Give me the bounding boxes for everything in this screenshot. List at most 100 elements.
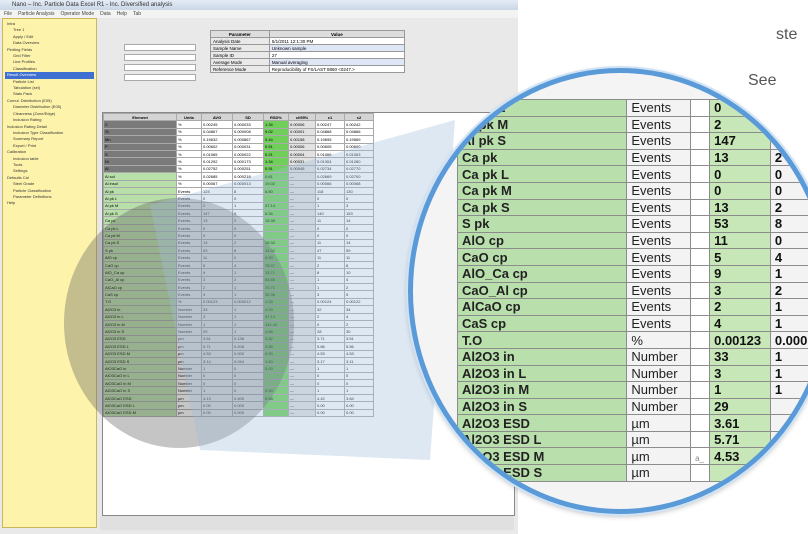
zoom-prefix-cell <box>690 314 711 333</box>
zoom-unit-cell: Events <box>626 132 692 150</box>
zoom-value-cell: 0 <box>769 181 808 200</box>
zoom-value-cell: 1 <box>709 381 771 399</box>
zoom-element-cell: S pk <box>456 215 628 233</box>
zoom-value-cell <box>709 464 771 482</box>
zoom-value-cell: 9 <box>709 264 771 283</box>
zoom-element-cell: Al2O3 ESD S <box>456 464 628 482</box>
zoom-element-cell: Ca pk S <box>456 198 628 217</box>
zoom-prefix-cell <box>690 364 711 383</box>
zoom-unit-cell: Events <box>626 115 692 134</box>
zoom-element-cell: CaS cp <box>456 314 628 333</box>
zoom-element-cell: Al2O3 ESD <box>456 414 628 432</box>
zoom-prefix-cell: a_ <box>690 447 711 466</box>
zoom-row: Al2O3 ESD Lµm 5.71 <box>456 430 808 449</box>
zoom-value-cell: 5.71 <box>709 430 771 449</box>
zoom-value-cell: 8 <box>769 215 808 233</box>
zoom-value-cell: 3 <box>709 281 771 300</box>
zoom-value-cell: 9 <box>769 132 808 150</box>
zoom-prefix-cell <box>690 181 711 200</box>
zoom-unit-cell: Events <box>626 298 692 316</box>
zoom-unit-cell: µm <box>626 414 692 432</box>
zoom-row: Al2O3 in M Number 1 1 <box>456 381 808 399</box>
side-text-see: See <box>748 72 777 89</box>
zoom-unit-cell: Number <box>626 364 692 383</box>
zoom-prefix-cell <box>690 115 711 134</box>
zoom-row: Al2O3 ESD µm 3.61 <box>456 414 808 432</box>
zoom-value-cell: 2 <box>709 298 771 316</box>
zoom-value-cell: 2 <box>769 148 808 167</box>
zoom-element-cell: AlO cp <box>456 231 628 250</box>
zoom-prefix-cell <box>690 132 711 150</box>
zoom-prefix-cell <box>690 99 711 117</box>
zoom-unit-cell: Events <box>626 198 692 217</box>
zoom-prefix-cell <box>690 148 711 167</box>
zoom-prefix-cell <box>690 231 711 250</box>
zoom-row: Al pk L Events 0 <box>456 99 808 117</box>
zoom-unit-cell: µm <box>626 464 692 482</box>
zoom-prefix-cell <box>690 331 711 349</box>
zoom-unit-cell: Events <box>626 231 692 250</box>
zoom-row: Al2O3 ESD Sµm <box>456 464 808 482</box>
zoom-value-cell <box>769 464 808 482</box>
zoom-prefix-cell <box>690 281 711 300</box>
zoom-unit-cell: µm <box>626 430 692 449</box>
zoom-prefix-cell <box>690 381 711 399</box>
zoom-prefix-cell <box>690 397 711 416</box>
zoom-unit-cell: Events <box>626 314 692 333</box>
zoom-value-cell: 0 <box>769 165 808 183</box>
zoom-element-cell: Al2O3 in L <box>456 364 628 383</box>
zoom-value-cell: 13 <box>709 198 771 217</box>
zoom-value-cell: 3 <box>709 364 771 383</box>
zoom-value-cell: 2 <box>769 281 808 300</box>
zoom-element-cell: CaO_Al cp <box>456 281 628 300</box>
zoom-row: AlCaO cp Events 2 1 <box>456 298 808 316</box>
zoom-row: Ca pk Events 13 2 <box>456 148 808 167</box>
zoom-row: CaO_Al cp Events 3 2 <box>456 281 808 300</box>
zoom-value-cell: 1 <box>769 264 808 283</box>
zoom-value-cell: 2 <box>709 115 771 134</box>
zoom-value-cell: 1 <box>769 115 808 134</box>
zoom-prefix-cell <box>690 198 711 217</box>
zoom-value-cell: 29 <box>709 397 771 416</box>
zoom-prefix-cell <box>690 215 711 233</box>
zoom-prefix-cell <box>690 414 711 432</box>
zoom-prefix: a_ <box>695 453 705 463</box>
zoom-row: Al2O3 in S Number 29 <box>456 397 808 416</box>
zoom-prefix-cell <box>690 464 711 482</box>
zoom-value-cell: 0 <box>709 99 771 117</box>
zoom-unit-cell: Events <box>626 264 692 283</box>
zoom-row: S pk Events 53 8 <box>456 215 808 233</box>
zoom-row: AlO cp Events 11 0 <box>456 231 808 250</box>
zoom-row: Ca pk L Events 0 0 <box>456 165 808 183</box>
zoom-prefix-cell <box>690 430 711 449</box>
zoom-element-cell: Al2O3 ESD M <box>456 447 628 466</box>
zoom-prefix-cell <box>690 165 711 183</box>
zoom-value-cell: 1 <box>769 347 808 366</box>
zoom-element-cell: Ca pk M <box>456 181 628 200</box>
zoom-element-cell: Al2O3 in M <box>456 381 628 399</box>
zoom-value-cell: 4 <box>709 314 771 333</box>
zoom-element-cell: AlCaO cp <box>456 298 628 316</box>
zoom-unit-cell: Events <box>626 148 692 167</box>
zoom-unit-cell: Number <box>626 397 692 416</box>
zoom-unit-cell: Events <box>626 281 692 300</box>
zoom-row: Al pk S Events 147 9 <box>456 132 808 150</box>
zoom-value-cell: 0 <box>709 181 771 200</box>
zoom-row: Ca pk S Events 13 2 <box>456 198 808 217</box>
zoom-value-cell: 0 <box>709 165 771 183</box>
zoom-unit-cell: % <box>626 331 692 349</box>
zoom-row: Al2O3 ESD Mµm a_ 4.53 <box>456 447 808 466</box>
zoom-value-cell <box>769 430 808 449</box>
zoom-prefix-cell <box>690 347 711 366</box>
zoom-value-cell: 11 <box>709 231 771 250</box>
zoom-element-cell: T.O <box>456 331 628 349</box>
zoom-value-cell: 33 <box>709 347 771 366</box>
zoom-row: Ca pk M Events 0 0 <box>456 181 808 200</box>
zoom-unit-cell: Events <box>626 215 692 233</box>
zoom-prefix-cell <box>690 248 711 266</box>
zoom-row: CaS cp Events 4 1 <box>456 314 808 333</box>
zoom-element-cell: AlO_Ca cp <box>456 264 628 283</box>
zoom-prefix-cell <box>690 298 711 316</box>
zoom-element-cell: Al pk S <box>456 132 628 150</box>
zoom-value-cell: 4.53 <box>709 447 771 466</box>
